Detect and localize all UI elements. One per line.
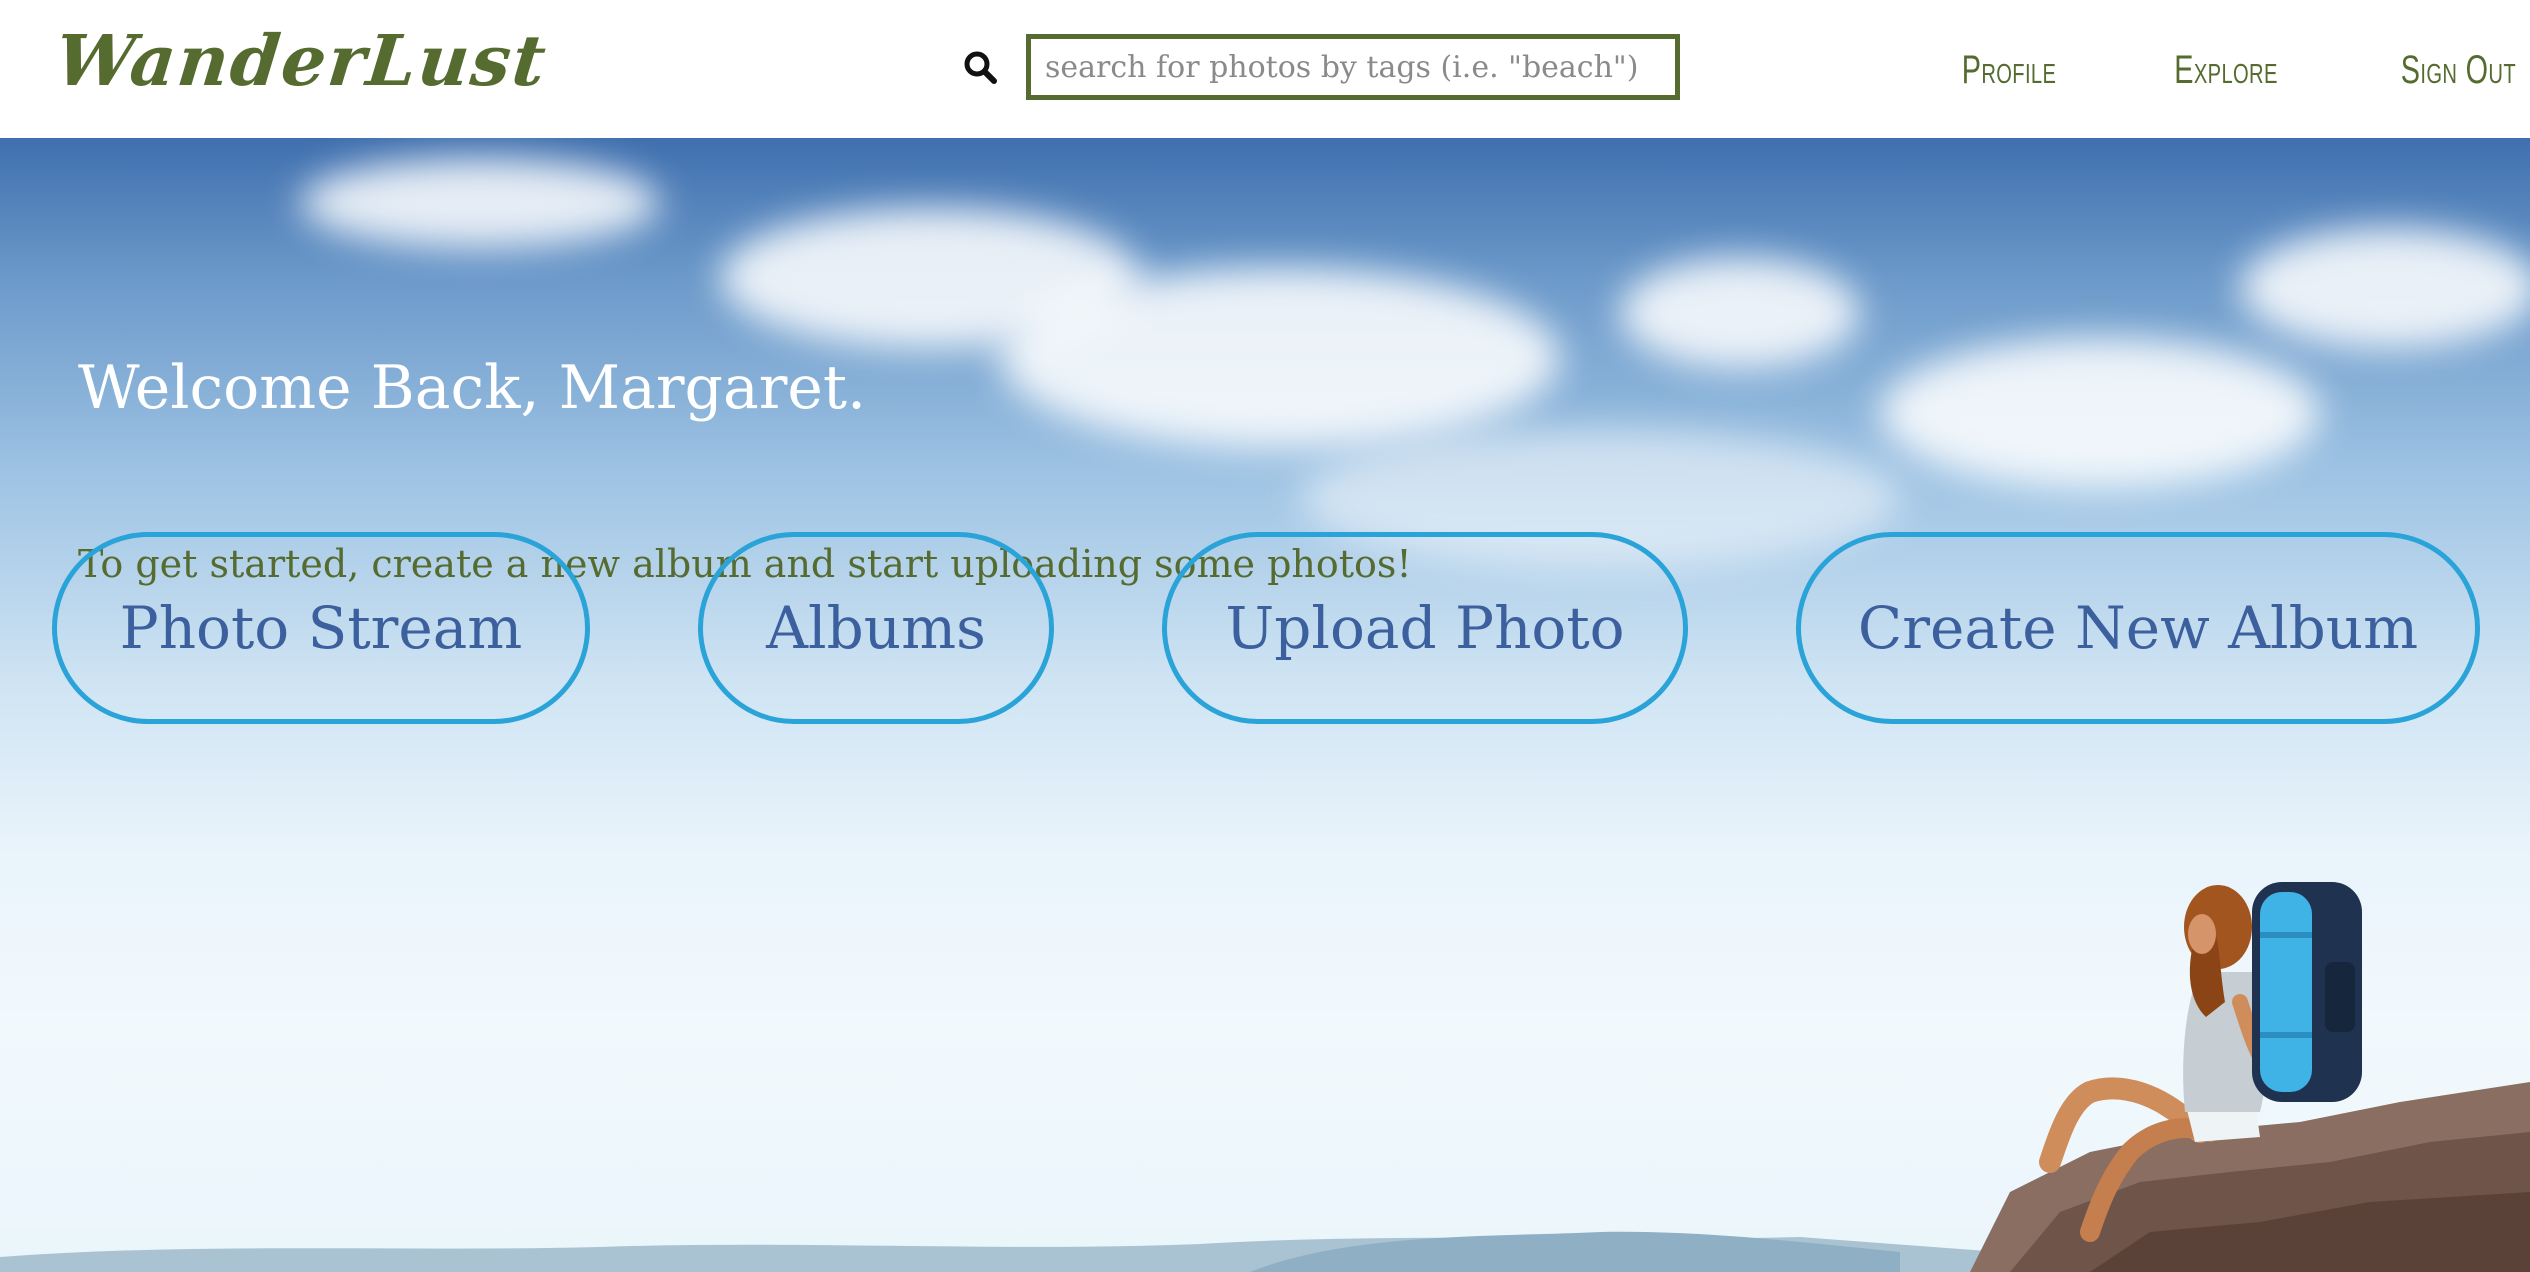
- cloud-shape: [1620, 258, 1860, 368]
- main-nav: Profile Explore Sign Out: [1847, 40, 2516, 100]
- hero-background: Welcome Back, Margaret. To get started, …: [0, 138, 2530, 1272]
- hiker-image: [1970, 882, 2530, 1272]
- upload-photo-button[interactable]: Upload Photo: [1162, 532, 1688, 724]
- welcome-heading: Welcome Back, Margaret.: [78, 353, 867, 423]
- logo[interactable]: WanderLust: [52, 19, 552, 102]
- albums-button[interactable]: Albums: [698, 532, 1054, 724]
- cloud-shape: [2240, 228, 2530, 348]
- nav-profile-link[interactable]: Profile: [1962, 40, 2057, 100]
- top-navbar: WanderLust Profile Explore Sign Out: [0, 0, 2530, 138]
- search-icon[interactable]: [960, 47, 1000, 87]
- create-new-album-button[interactable]: Create New Album: [1796, 532, 2480, 724]
- cloud-shape: [300, 158, 660, 248]
- search-bar: [960, 33, 1680, 101]
- search-input[interactable]: [1026, 34, 1680, 100]
- nav-sign-out-link[interactable]: Sign Out: [2401, 40, 2516, 100]
- cloud-shape: [1000, 268, 1560, 448]
- nav-explore-link[interactable]: Explore: [2174, 40, 2278, 100]
- page: WanderLust Profile Explore Sign Out: [0, 0, 2530, 1272]
- photo-stream-button[interactable]: Photo Stream: [52, 532, 590, 724]
- cloud-shape: [1880, 338, 2320, 488]
